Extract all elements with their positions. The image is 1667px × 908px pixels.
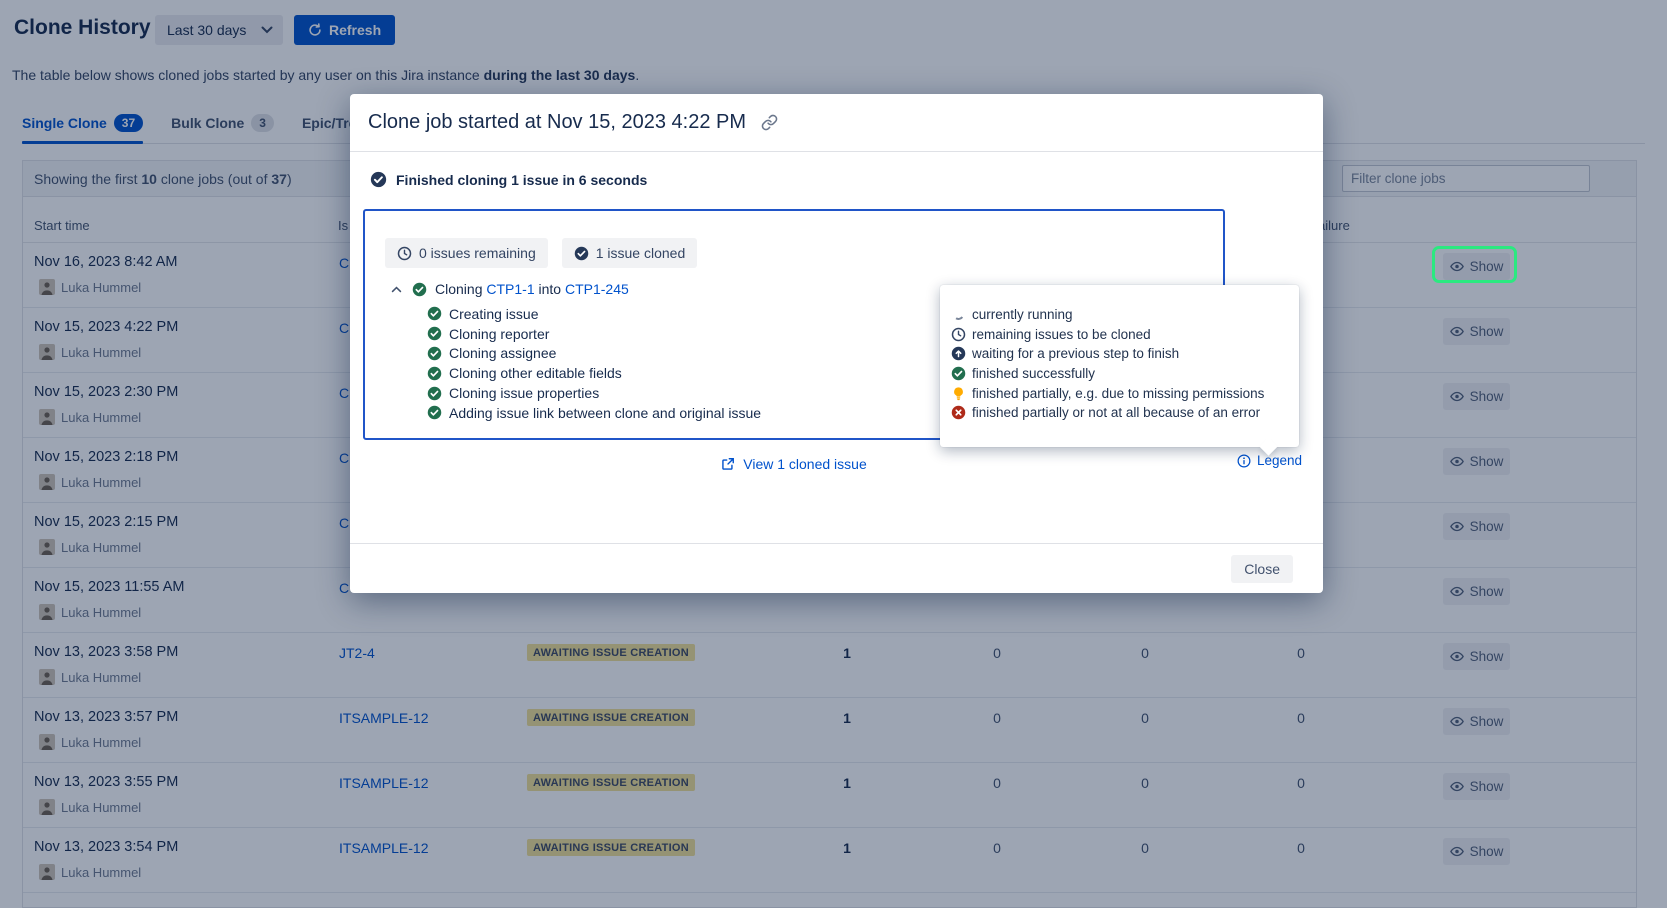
- dialog-header: Clone job started at Nov 15, 2023 4:22 P…: [350, 94, 1323, 152]
- view-cloned-issue-link[interactable]: View 1 cloned issue: [721, 456, 866, 472]
- clone-step-label: Cloning issue properties: [449, 385, 599, 401]
- legend-item: waiting for a previous step to finish: [949, 344, 1289, 364]
- close-button[interactable]: Close: [1231, 555, 1293, 583]
- check-circle-icon: [427, 405, 442, 420]
- job-status-line: Finished cloning 1 issue in 6 seconds: [370, 171, 647, 188]
- info-icon: [1237, 454, 1251, 468]
- legend-item: currently running: [949, 305, 1289, 325]
- clone-step-label: Cloning reporter: [449, 326, 549, 342]
- job-status-text: Finished cloning 1 issue in 6 seconds: [396, 172, 647, 188]
- clone-step: Creating issue: [427, 304, 761, 324]
- legend-item: finished partially or not at all because…: [949, 403, 1289, 423]
- legend-item-label: finished partially or not at all because…: [972, 405, 1260, 420]
- check-circle-icon: [949, 366, 967, 381]
- legend-link[interactable]: Legend: [1237, 453, 1302, 468]
- clone-tree-parent: Cloning CTP1-1 into CTP1-245: [389, 281, 629, 297]
- check-circle-icon: [427, 366, 442, 381]
- source-issue-link[interactable]: CTP1-1: [486, 281, 534, 297]
- progress-pill: 0 issues remaining: [385, 238, 548, 268]
- legend-item-label: remaining issues to be cloned: [972, 327, 1151, 342]
- check-circle-icon: [370, 171, 387, 188]
- external-link-icon: [721, 457, 735, 471]
- legend-popup: currently running remaining issues to be …: [940, 285, 1299, 447]
- clock-icon: [949, 327, 967, 342]
- clone-step-label: Cloning assignee: [449, 345, 556, 361]
- legend-item-label: finished partially, e.g. due to missing …: [972, 386, 1264, 401]
- dialog-footer: Close: [350, 543, 1323, 593]
- clone-tree-steps: Creating issue Cloning reporter Cloning as…: [427, 304, 761, 423]
- legend-item: finished partially, e.g. due to missing …: [949, 383, 1289, 403]
- progress-pills: 0 issues remaining 1 issue cloned: [385, 238, 697, 268]
- link-icon[interactable]: [761, 114, 778, 131]
- progress-pill-label: 1 issue cloned: [596, 245, 686, 261]
- clone-job-dialog: Clone job started at Nov 15, 2023 4:22 P…: [350, 94, 1323, 593]
- chevron-up-icon[interactable]: [389, 286, 404, 293]
- clone-tree-parent-label: Cloning CTP1-1 into CTP1-245: [435, 281, 629, 297]
- view-link-wrap: View 1 cloned issue: [363, 456, 1225, 476]
- legend-item-label: finished successfully: [972, 366, 1095, 381]
- legend-item: finished successfully: [949, 364, 1289, 384]
- legend-item-label: waiting for a previous step to finish: [972, 346, 1179, 361]
- clone-step: Adding issue link between clone and orig…: [427, 403, 761, 423]
- clock-icon: [397, 246, 412, 261]
- clone-step: Cloning assignee: [427, 344, 761, 364]
- check-circle-icon: [427, 306, 442, 321]
- clone-step: Cloning issue properties: [427, 383, 761, 403]
- check-navy-icon: [574, 246, 589, 261]
- legend-label: Legend: [1257, 453, 1302, 468]
- spinner-icon: [949, 309, 967, 320]
- dialog-title: Clone job started at Nov 15, 2023 4:22 P…: [368, 111, 746, 134]
- progress-pill: 1 issue cloned: [562, 238, 698, 268]
- clone-step-label: Adding issue link between clone and orig…: [449, 405, 761, 421]
- clone-step: Cloning reporter: [427, 324, 761, 344]
- clone-step: Cloning other editable fields: [427, 363, 761, 383]
- check-circle-icon: [427, 326, 442, 341]
- bulb-icon: [949, 386, 967, 401]
- progress-pill-label: 0 issues remaining: [419, 245, 536, 261]
- clone-step-label: Cloning other editable fields: [449, 365, 622, 381]
- view-cloned-issue-label: View 1 cloned issue: [743, 456, 866, 472]
- check-circle-icon: [412, 282, 427, 297]
- error-circle-icon: [949, 405, 967, 420]
- check-circle-icon: [427, 386, 442, 401]
- legend-item: remaining issues to be cloned: [949, 325, 1289, 345]
- arrow-up-circle-icon: [949, 346, 967, 361]
- clone-step-label: Creating issue: [449, 306, 539, 322]
- legend-item-label: currently running: [972, 307, 1073, 322]
- check-circle-icon: [427, 346, 442, 361]
- cloned-issue-link[interactable]: CTP1-245: [565, 281, 629, 297]
